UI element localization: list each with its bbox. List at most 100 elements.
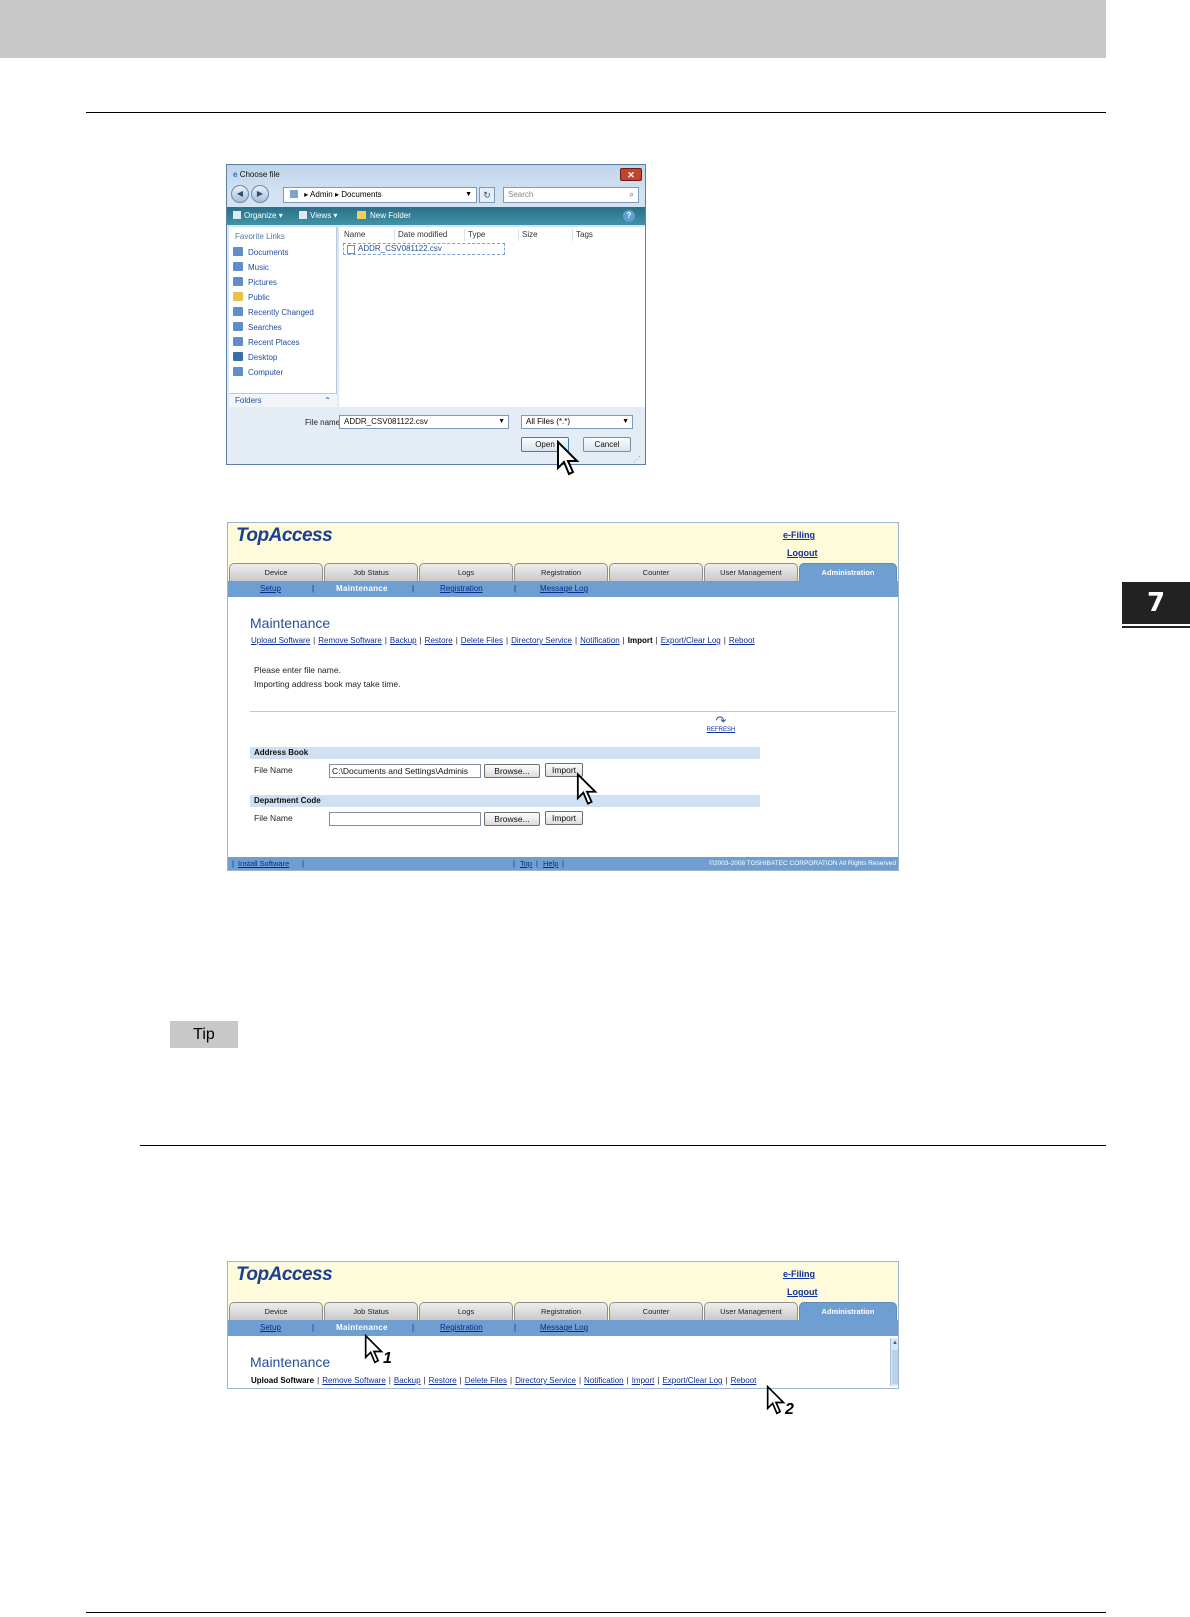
breadcrumb-documents[interactable]: Documents xyxy=(341,190,381,199)
tab-logs[interactable]: Logs xyxy=(419,563,513,581)
organize-button[interactable]: Organize ▾ xyxy=(233,207,283,225)
logout-link[interactable]: Logout xyxy=(787,1287,818,1297)
help-link[interactable]: Help xyxy=(543,857,558,870)
fav-pictures[interactable]: Pictures xyxy=(233,275,277,290)
tab-logs[interactable]: Logs xyxy=(419,1302,513,1320)
subtab-separator: | xyxy=(412,584,415,593)
column-header-tags[interactable]: Tags xyxy=(573,229,633,241)
subtab-setup[interactable]: Setup xyxy=(260,581,281,597)
dialog-title: e Choose file xyxy=(233,170,280,179)
column-header-type[interactable]: Type xyxy=(465,229,519,241)
department-code-file-input[interactable] xyxy=(329,812,481,826)
step-number-2: 2 xyxy=(785,1401,794,1418)
subtab-registration[interactable]: Registration xyxy=(440,1320,483,1336)
subtab-message-log[interactable]: Message Log xyxy=(540,1320,588,1336)
efiling-link[interactable]: e-Filing xyxy=(783,530,815,540)
scrollbar-thumb[interactable] xyxy=(892,1350,898,1384)
tab-device[interactable]: Device xyxy=(229,1302,323,1320)
favorite-links-pane: Favorite Links Documents Music Pictures … xyxy=(229,227,337,407)
fav-music[interactable]: Music xyxy=(233,260,269,275)
menu-export-clear-log[interactable]: Export/Clear Log xyxy=(662,1376,722,1385)
new-folder-button[interactable]: New Folder xyxy=(357,207,411,225)
logout-link[interactable]: Logout xyxy=(787,548,818,558)
fav-recently-changed[interactable]: Recently Changed xyxy=(233,305,314,320)
breadcrumb-admin[interactable]: Admin xyxy=(310,190,333,199)
tab-administration[interactable]: Administration xyxy=(799,563,897,581)
efiling-link[interactable]: e-Filing xyxy=(783,1269,815,1279)
views-button[interactable]: Views ▾ xyxy=(299,207,337,225)
cancel-button[interactable]: Cancel xyxy=(583,437,631,452)
menu-directory-service[interactable]: Directory Service xyxy=(515,1376,576,1385)
menu-upload-software[interactable]: Upload Software xyxy=(251,636,310,645)
menu-backup[interactable]: Backup xyxy=(394,1376,421,1385)
fav-public[interactable]: Public xyxy=(233,290,270,305)
subtab-setup[interactable]: Setup xyxy=(260,1320,281,1336)
fav-searches[interactable]: Searches xyxy=(233,320,282,335)
menu-remove-software[interactable]: Remove Software xyxy=(318,636,382,645)
tab-counter[interactable]: Counter xyxy=(609,563,703,581)
menu-backup[interactable]: Backup xyxy=(390,636,417,645)
dialog-toolbar: Organize ▾ Views ▾ New Folder ? xyxy=(227,207,645,225)
resize-grip-icon[interactable]: ⋰ xyxy=(633,455,641,464)
tab-administration[interactable]: Administration xyxy=(799,1302,897,1320)
refresh-button[interactable]: ↷ REFRESH xyxy=(704,714,738,733)
tab-registration[interactable]: Registration xyxy=(514,1302,608,1320)
back-button[interactable]: ◀ xyxy=(231,185,249,203)
fav-desktop[interactable]: Desktop xyxy=(233,350,277,365)
tab-job-status[interactable]: Job Status xyxy=(324,1302,418,1320)
folders-toggle[interactable]: Folders ⌃ xyxy=(229,393,337,407)
subtab-message-log[interactable]: Message Log xyxy=(540,581,588,597)
file-item[interactable]: ADDR_CSV081122.csv xyxy=(343,243,505,255)
install-software-link[interactable]: Install Software xyxy=(238,857,289,870)
chevron-down-icon[interactable]: ▼ xyxy=(465,188,472,202)
menu-delete-files[interactable]: Delete Files xyxy=(465,1376,507,1385)
file-name-label: File name: xyxy=(305,418,343,427)
subtab-maintenance[interactable]: Maintenance xyxy=(336,581,388,597)
department-code-import-button[interactable]: Import xyxy=(545,811,583,825)
column-header-name[interactable]: Name xyxy=(341,229,395,241)
tab-job-status[interactable]: Job Status xyxy=(324,563,418,581)
menu-export-clear-log[interactable]: Export/Clear Log xyxy=(661,636,721,645)
column-header-size[interactable]: Size xyxy=(519,229,573,241)
tab-user-management[interactable]: User Management xyxy=(704,1302,798,1320)
file-name-field[interactable]: ADDR_CSV081122.csv ▼ xyxy=(339,415,509,429)
tab-counter[interactable]: Counter xyxy=(609,1302,703,1320)
close-button[interactable]: ✕ xyxy=(620,168,642,181)
menu-upload-software[interactable]: Upload Software xyxy=(251,1376,314,1385)
menu-directory-service[interactable]: Directory Service xyxy=(511,636,572,645)
subtab-registration[interactable]: Registration xyxy=(440,581,483,597)
scroll-up-icon[interactable]: ▲ xyxy=(891,1338,898,1348)
menu-notification[interactable]: Notification xyxy=(584,1376,624,1385)
file-type-select[interactable]: All Files (*.*) ▼ xyxy=(521,415,633,429)
tab-device[interactable]: Device xyxy=(229,563,323,581)
column-header-date-modified[interactable]: Date modified xyxy=(395,229,465,241)
chevron-down-icon[interactable]: ▼ xyxy=(498,416,505,428)
help-icon[interactable]: ? xyxy=(623,210,635,222)
menu-import[interactable]: Import xyxy=(628,636,653,645)
menu-restore[interactable]: Restore xyxy=(429,1376,457,1385)
chevron-down-icon[interactable]: ▼ xyxy=(622,416,629,428)
refresh-icon[interactable]: ↻ xyxy=(479,187,495,203)
folder-icon xyxy=(290,190,298,198)
tab-user-management[interactable]: User Management xyxy=(704,563,798,581)
address-book-file-input[interactable]: C:\Documents and Settings\Adminis xyxy=(329,764,481,778)
fav-documents[interactable]: Documents xyxy=(233,245,288,260)
menu-reboot[interactable]: Reboot xyxy=(731,1376,757,1385)
fav-recent-places[interactable]: Recent Places xyxy=(233,335,300,350)
top-link[interactable]: Top xyxy=(520,857,532,870)
search-input[interactable]: Search ⌕ xyxy=(503,187,639,203)
menu-import[interactable]: Import xyxy=(632,1376,655,1385)
forward-button[interactable]: ▶ xyxy=(251,185,269,203)
fav-computer[interactable]: Computer xyxy=(233,365,283,380)
tab-registration[interactable]: Registration xyxy=(514,563,608,581)
address-book-section-header: Address Book xyxy=(250,747,760,759)
vertical-scrollbar[interactable]: ▲ xyxy=(890,1338,898,1386)
menu-delete-files[interactable]: Delete Files xyxy=(461,636,503,645)
address-book-browse-button[interactable]: Browse... xyxy=(484,764,540,778)
menu-remove-software[interactable]: Remove Software xyxy=(322,1376,386,1385)
department-code-browse-button[interactable]: Browse... xyxy=(484,812,540,826)
menu-reboot[interactable]: Reboot xyxy=(729,636,755,645)
menu-notification[interactable]: Notification xyxy=(580,636,620,645)
address-bar[interactable]: ▸ Admin ▸ Documents ▼ xyxy=(283,187,477,203)
menu-restore[interactable]: Restore xyxy=(425,636,453,645)
